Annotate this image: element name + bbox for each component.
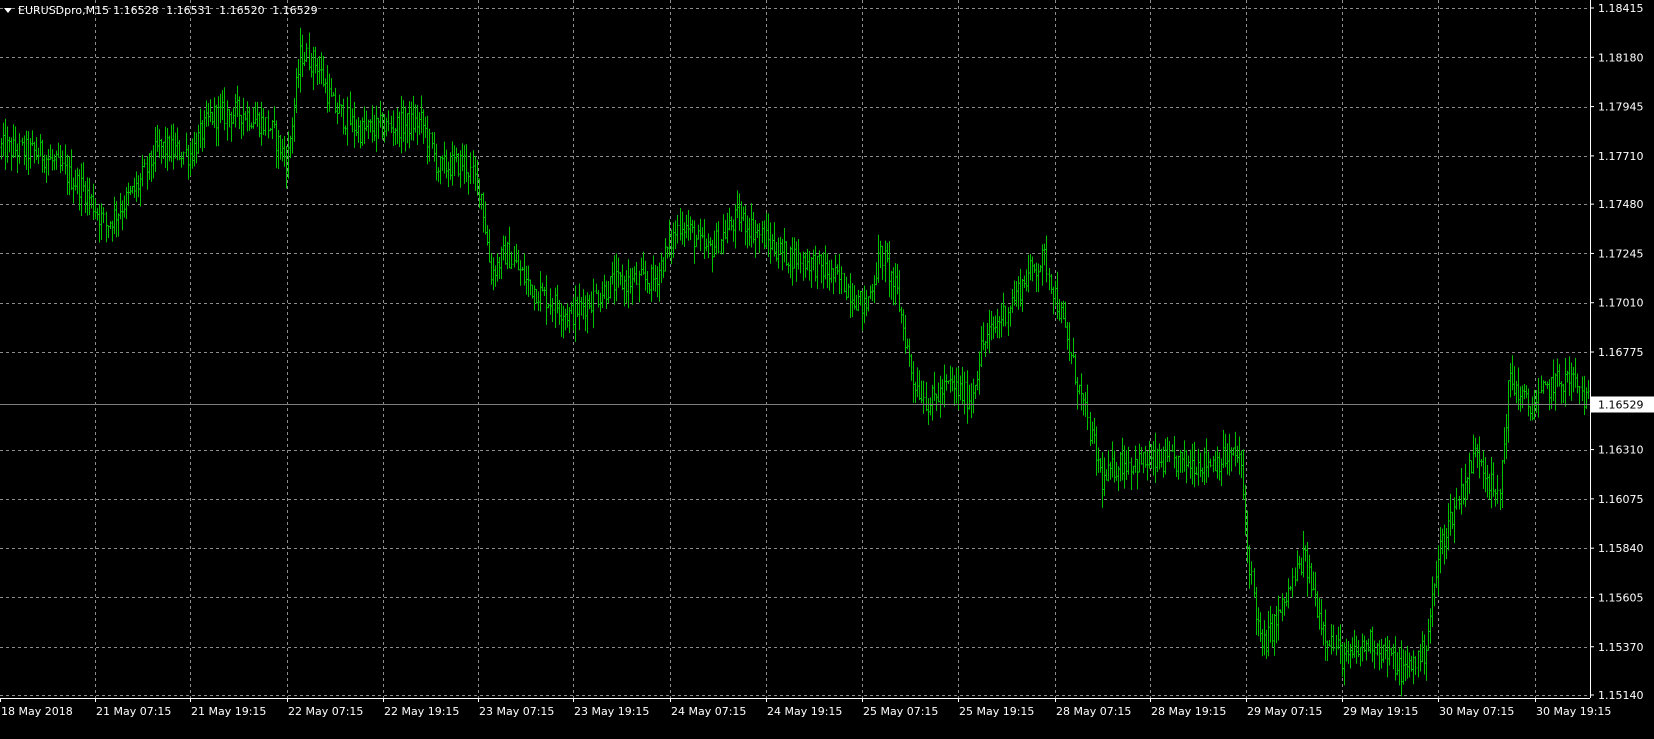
y-tick-label: 1.18180 — [1598, 51, 1644, 64]
x-tick-label: 21 May 07:15 — [96, 705, 171, 718]
chart-canvas[interactable]: 1.18415 1.18180 1.17945 1.17710 1.17480 1.172… — [0, 0, 1654, 735]
x-tick-label: 23 May 07:15 — [479, 705, 554, 718]
x-tick-label: 24 May 07:15 — [671, 705, 746, 718]
y-tick-label: 1.16075 — [1598, 493, 1644, 506]
x-tick-label: 18 May 2018 — [1, 705, 73, 718]
y-tick-label: 1.15370 — [1598, 641, 1644, 654]
price-chart[interactable]: 1.18415 1.18180 1.17945 1.17710 1.17480 1.172… — [0, 0, 1654, 735]
y-tick-label: 1.16310 — [1598, 444, 1644, 457]
current-price-label: 1.16529 — [1598, 399, 1644, 412]
y-tick-label: 1.17480 — [1598, 198, 1644, 211]
x-tick-label: 22 May 19:15 — [384, 705, 459, 718]
x-tick-label: 28 May 07:15 — [1056, 705, 1131, 718]
chart-background — [0, 0, 1654, 735]
x-tick-label: 25 May 19:15 — [959, 705, 1034, 718]
low-value: 1.16520 — [219, 3, 265, 17]
symbol-name: EURUSDpro,M15 — [18, 3, 110, 17]
high-value: 1.16531 — [166, 3, 212, 17]
x-tick-label: 23 May 19:15 — [574, 705, 649, 718]
ohlc-values: 1.16528 1.16531 1.16520 1.16529 — [113, 4, 322, 17]
close-value: 1.16529 — [272, 3, 318, 17]
y-tick-label: 1.18415 — [1598, 2, 1644, 15]
dropdown-triangle-icon[interactable] — [4, 7, 12, 13]
y-tick-label: 1.16775 — [1598, 346, 1644, 359]
y-tick-label: 1.17945 — [1598, 101, 1644, 114]
y-tick-label: 1.17710 — [1598, 150, 1644, 163]
x-tick-label: 30 May 07:15 — [1439, 705, 1514, 718]
y-tick-label: 1.17010 — [1598, 297, 1644, 310]
y-tick-label: 1.15840 — [1598, 542, 1644, 555]
x-tick-label: 29 May 19:15 — [1343, 705, 1418, 718]
x-tick-label: 22 May 07:15 — [288, 705, 363, 718]
y-tick-label: 1.17245 — [1598, 247, 1644, 260]
y-axis-labels: 1.18415 1.18180 1.17945 1.17710 1.17480 1.172… — [1590, 2, 1644, 702]
symbol-header: EURUSDpro,M15 1.16528 1.16531 1.16520 1.… — [4, 2, 322, 18]
open-value: 1.16528 — [113, 3, 159, 17]
y-tick-label: 1.15140 — [1598, 689, 1644, 702]
x-tick-label: 21 May 19:15 — [191, 705, 266, 718]
y-tick-label: 1.15605 — [1598, 591, 1644, 604]
x-tick-label: 29 May 07:15 — [1247, 705, 1322, 718]
x-tick-label: 30 May 19:15 — [1536, 705, 1611, 718]
x-tick-label: 25 May 07:15 — [863, 705, 938, 718]
x-tick-label: 24 May 19:15 — [767, 705, 842, 718]
x-tick-label: 28 May 19:15 — [1151, 705, 1226, 718]
